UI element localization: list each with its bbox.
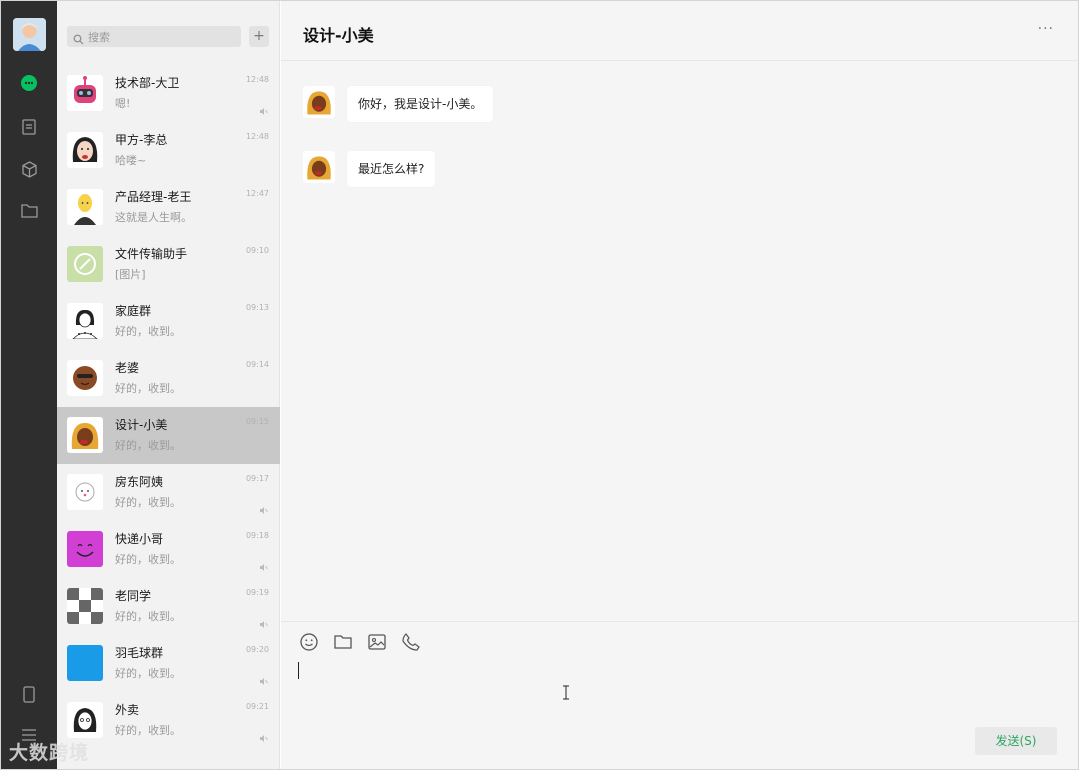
file-transfer-avatar bbox=[67, 246, 103, 282]
badminton-avatar bbox=[67, 645, 103, 681]
conversation-time: 09:13 bbox=[245, 303, 269, 312]
conversation-item[interactable]: 甲方-李总 哈喽~ 12:48 bbox=[57, 122, 280, 179]
nav-rail bbox=[1, 1, 57, 769]
conversation-time: 09:20 bbox=[245, 645, 269, 654]
add-button[interactable]: + bbox=[249, 26, 269, 47]
designer-avatar bbox=[67, 417, 103, 453]
text-caret bbox=[298, 662, 299, 679]
conversation-time: 09:21 bbox=[245, 702, 269, 711]
sender-avatar[interactable] bbox=[303, 86, 335, 118]
conversation-time: 09:18 bbox=[245, 531, 269, 540]
mute-icon bbox=[260, 727, 268, 746]
phone-icon[interactable] bbox=[401, 632, 421, 652]
conversation-name: 老同学 bbox=[115, 589, 152, 603]
phone-icon[interactable] bbox=[19, 684, 39, 704]
man-avatar bbox=[67, 189, 103, 225]
chat-pane: 设计-小美 ··· 你好，我是设计-小美。 最近怎么样? 发送(S) bbox=[281, 1, 1078, 769]
watermark: 大数跨境 bbox=[9, 742, 90, 764]
classmate-avatar bbox=[67, 588, 103, 624]
mute-icon bbox=[260, 499, 268, 518]
wechat-window: 搜索 + 技术部-大卫 嗯! 12:48 甲方-李总 哈喽~ 12:48 产品经… bbox=[0, 0, 1079, 770]
conversation-name: 羽毛球群 bbox=[115, 646, 164, 660]
message-bubble: 你好，我是设计-小美。 bbox=[347, 86, 494, 122]
conversation-preview: 好的，收到。 bbox=[115, 553, 181, 566]
conversation-time: 12:48 bbox=[245, 132, 269, 141]
folder-icon[interactable] bbox=[19, 200, 39, 220]
ibeam-cursor-icon bbox=[562, 685, 570, 704]
send-button[interactable]: 发送(S) bbox=[975, 727, 1057, 755]
robot-avatar bbox=[67, 75, 103, 111]
mute-icon bbox=[260, 613, 268, 632]
more-options-icon[interactable]: ··· bbox=[1038, 21, 1054, 37]
mute-icon bbox=[260, 556, 268, 575]
mute-icon bbox=[260, 670, 268, 689]
sender-avatar[interactable] bbox=[303, 151, 335, 183]
chat-title: 设计-小美 bbox=[303, 26, 374, 45]
conversation-item[interactable]: 技术部-大卫 嗯! 12:48 bbox=[57, 65, 280, 122]
folder-icon[interactable] bbox=[333, 632, 353, 652]
conversation-name: 文件传输助手 bbox=[115, 247, 188, 261]
conversation-item[interactable]: 产品经理-老王 这就是人生啊。 12:47 bbox=[57, 179, 280, 236]
conversation-item[interactable]: 外卖 好的，收到。 09:21 bbox=[57, 692, 280, 749]
image-icon[interactable] bbox=[367, 632, 387, 652]
conversation-item[interactable]: 文件传输助手 [图片] 09:10 bbox=[57, 236, 280, 293]
conversation-time: 09:10 bbox=[245, 246, 269, 255]
chat-icon[interactable] bbox=[19, 73, 39, 93]
search-icon bbox=[73, 30, 84, 49]
conversation-time: 09:15 bbox=[245, 417, 269, 426]
conversation-item[interactable]: 羽毛球群 好的，收到。 09:20 bbox=[57, 635, 280, 692]
conversation-item-active[interactable]: 设计-小美 好的，收到。 09:15 bbox=[57, 407, 280, 464]
conversation-preview: 好的，收到。 bbox=[115, 439, 181, 452]
conversation-list: 搜索 + 技术部-大卫 嗯! 12:48 甲方-李总 哈喽~ 12:48 产品经… bbox=[57, 1, 280, 769]
message-bubble: 最近怎么样? bbox=[347, 151, 436, 187]
conversation-name: 老婆 bbox=[115, 361, 140, 375]
message-input-area[interactable]: 发送(S) bbox=[281, 621, 1078, 769]
conversation-item[interactable]: 老同学 好的，收到。 09:19 bbox=[57, 578, 280, 635]
conversation-name: 产品经理-老王 bbox=[115, 190, 192, 204]
search-placeholder: 搜索 bbox=[88, 31, 110, 44]
conversation-name: 甲方-李总 bbox=[115, 133, 168, 147]
emoji-icon[interactable] bbox=[299, 632, 319, 652]
landlady-avatar bbox=[67, 474, 103, 510]
box-icon[interactable] bbox=[19, 159, 39, 179]
conversation-preview: 好的，收到。 bbox=[115, 382, 181, 395]
conversation-preview: 这就是人生啊。 bbox=[115, 211, 192, 224]
conversation-preview: 好的，收到。 bbox=[115, 724, 181, 737]
conversation-item[interactable]: 老婆 好的，收到。 09:14 bbox=[57, 350, 280, 407]
conversation-name: 外卖 bbox=[115, 703, 140, 717]
mute-icon bbox=[260, 100, 268, 119]
my-avatar[interactable] bbox=[13, 18, 46, 51]
courier-avatar bbox=[67, 531, 103, 567]
wife-avatar bbox=[67, 360, 103, 396]
conversation-name: 快递小哥 bbox=[115, 532, 164, 546]
search-input[interactable]: 搜索 bbox=[67, 26, 241, 47]
contacts-icon[interactable] bbox=[19, 117, 39, 137]
conversation-preview: [图片] bbox=[115, 268, 146, 281]
conversation-preview: 哈喽~ bbox=[115, 154, 147, 167]
family-avatar bbox=[67, 303, 103, 339]
conversation-preview: 好的，收到。 bbox=[115, 496, 181, 509]
conversation-name: 家庭群 bbox=[115, 304, 152, 318]
takeout-avatar bbox=[67, 702, 103, 738]
conversation-preview: 嗯! bbox=[115, 97, 131, 110]
conversation-time: 09:19 bbox=[245, 588, 269, 597]
conversation-item[interactable]: 房东阿姨 好的，收到。 09:17 bbox=[57, 464, 280, 521]
conversation-time: 09:14 bbox=[245, 360, 269, 369]
woman-avatar bbox=[67, 132, 103, 168]
conversation-name: 房东阿姨 bbox=[115, 475, 164, 489]
conversation-preview: 好的，收到。 bbox=[115, 610, 181, 623]
conversation-item[interactable]: 快递小哥 好的，收到。 09:18 bbox=[57, 521, 280, 578]
conversation-preview: 好的，收到。 bbox=[115, 667, 181, 680]
conversation-time: 09:17 bbox=[245, 474, 269, 483]
conversation-time: 12:47 bbox=[245, 189, 269, 198]
conversation-name: 设计-小美 bbox=[115, 418, 168, 432]
conversation-item[interactable]: 家庭群 好的，收到。 09:13 bbox=[57, 293, 280, 350]
conversation-name: 技术部-大卫 bbox=[115, 76, 180, 90]
conversation-preview: 好的，收到。 bbox=[115, 325, 181, 338]
conversation-time: 12:48 bbox=[245, 75, 269, 84]
chat-header: 设计-小美 ··· bbox=[281, 1, 1078, 61]
